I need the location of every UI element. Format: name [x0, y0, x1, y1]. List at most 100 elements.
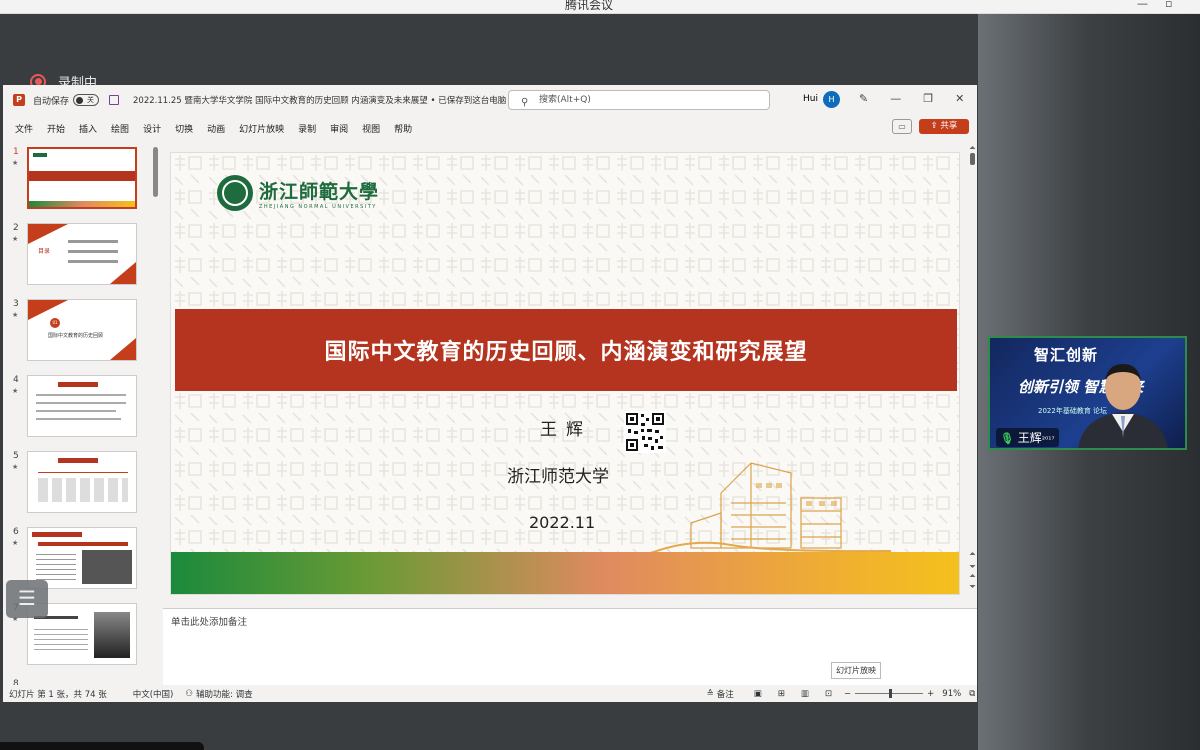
share-button[interactable]: ⇪ 共享	[919, 119, 969, 134]
close-icon[interactable]: ✕	[955, 92, 964, 105]
autosave-label: 自动保存	[33, 96, 70, 107]
zoom-in-icon[interactable]: +	[927, 689, 934, 699]
title-banner: 国际中文教育的历史回顾、内涵演变和研究展望	[175, 309, 957, 391]
qr-code-icon	[624, 411, 666, 453]
search-placeholder: 搜索(Alt+Q)	[539, 95, 591, 105]
thumbnail-image: 01 国际中文教育的历史回顾	[27, 299, 137, 361]
taskbar-edge	[0, 742, 204, 750]
slide-date: 2022.11	[529, 513, 596, 532]
tab-help[interactable]: 帮助	[394, 122, 412, 135]
search-box[interactable]: ⚲ 搜索(Alt+Q)	[508, 90, 770, 110]
menu-list-icon[interactable]: ☰	[6, 580, 48, 618]
star-icon: ★	[12, 463, 19, 471]
logo-english: ZHEJIANG NORMAL UNIVERSITY	[259, 203, 377, 210]
status-bar: 幻灯片 第 1 张，共 74 张 中文(中国) ⚇ 辅助功能: 调查 ≙ 备注 …	[3, 685, 977, 702]
tab-draw[interactable]: 绘图	[111, 122, 129, 135]
tab-record[interactable]: 录制	[298, 122, 316, 135]
user-name[interactable]: Hui	[803, 94, 818, 104]
reading-view-icon[interactable]: ▥	[801, 689, 809, 699]
speaker-name: 王辉	[1017, 431, 1042, 445]
campus-building-illustration	[651, 462, 891, 554]
star-icon: ★	[12, 159, 19, 167]
star-icon: ★	[12, 311, 19, 319]
thumbnail-5[interactable]: 5 ★	[3, 451, 153, 517]
save-icon[interactable]	[109, 95, 120, 105]
speaker-tag: ²⁰¹⁷	[1041, 435, 1055, 444]
avatar[interactable]: H	[823, 91, 840, 108]
restore-icon[interactable]: ❐	[923, 92, 933, 105]
thumbnail-number: 5	[13, 451, 19, 461]
speaker-avatar	[1078, 364, 1168, 448]
notes-button[interactable]: 备注	[717, 688, 734, 700]
accessibility-icon: ⚇	[185, 688, 193, 699]
thumbnail-scrollbar[interactable]	[153, 147, 158, 685]
minimize-icon[interactable]: —	[1137, 0, 1148, 10]
thumbnail-text: 国际中文教育的历史回顾	[48, 333, 104, 339]
star-icon: ★	[12, 387, 19, 395]
document-title[interactable]: 2022.11.25 暨南大学华文学院 国际中文教育的历史回顾 内涵演变及未来展…	[133, 94, 515, 106]
author-name: 王辉	[540, 420, 592, 440]
ribbon-tabs: 文件 开始 插入 绘图 设计 切换 动画 幻灯片放映 录制 审阅 视图 帮助	[3, 115, 977, 141]
zoom-slider[interactable]	[855, 689, 924, 698]
pen-icon[interactable]: ✎	[859, 92, 868, 105]
autosave-state: 关	[87, 96, 95, 104]
thumbnail-2[interactable]: 2 ★ 目录	[3, 223, 153, 289]
tab-review[interactable]: 审阅	[330, 122, 348, 135]
university-name: 浙江师范大学	[507, 467, 609, 487]
tab-insert[interactable]: 插入	[79, 122, 97, 135]
window-controls: ✎ — ❐ ✕	[859, 92, 964, 105]
tab-view[interactable]: 视图	[362, 122, 380, 135]
tab-animations[interactable]: 动画	[207, 122, 225, 135]
notes-placeholder: 单击此处添加备注	[171, 617, 248, 628]
normal-view-icon[interactable]: ▣	[754, 689, 762, 699]
thumbnail-number: 6	[13, 527, 19, 537]
autosave-toggle[interactable]: 关	[73, 94, 100, 106]
comment-icon[interactable]: ▭	[892, 119, 912, 134]
slide-scrollbar[interactable]	[968, 145, 977, 592]
thumbnail-image: 目录	[27, 223, 137, 285]
slide-footer-gradient	[171, 552, 959, 594]
tab-slideshow[interactable]: 幻灯片放映	[239, 122, 284, 135]
tab-design[interactable]: 设计	[143, 122, 161, 135]
slide-title: 国际中文教育的历史回顾、内涵演变和研究展望	[324, 340, 808, 365]
minimize-icon[interactable]: —	[890, 92, 901, 105]
thumbnail-number: 3	[13, 299, 19, 309]
zoom-level[interactable]: 91%	[942, 689, 961, 699]
notes-icon: ≙	[706, 688, 714, 699]
accessibility-status[interactable]: 辅助功能: 调查	[196, 688, 253, 700]
thumbnail-1[interactable]: 1 ★	[3, 147, 153, 213]
share-label: 共享	[940, 121, 958, 131]
slide-sorter-icon[interactable]: ⊞	[778, 689, 785, 699]
star-icon: ★	[12, 539, 19, 547]
thumbnail-4[interactable]: 4 ★	[3, 375, 153, 441]
meeting-window-title: 腾讯会议	[565, 0, 614, 12]
search-icon: ⚲	[521, 97, 529, 108]
fit-slide-icon[interactable]: ⧉	[969, 689, 975, 699]
thumbnail-image	[27, 147, 137, 209]
logo-chinese: 浙江師範大學	[259, 180, 380, 203]
university-logo: 浙江師範大學 ZHEJIANG NORMAL UNIVERSITY	[217, 175, 379, 211]
powerpoint-icon: P	[13, 94, 25, 106]
slideshow-tooltip: 幻灯片放映	[831, 662, 881, 679]
thumbnail-number-badge: 01	[50, 318, 60, 328]
meeting-window-titlebar: 腾讯会议 — ▫	[0, 0, 1200, 14]
slideshow-icon[interactable]: ⊡	[825, 689, 832, 699]
thumbnail-3[interactable]: 3 ★ 01 国际中文教育的历史回顾	[3, 299, 153, 365]
thumbnail-heading: 目录	[38, 248, 51, 255]
thumbnail-number: 1	[13, 147, 19, 157]
maximize-icon[interactable]: ▫	[1165, 0, 1172, 10]
thumbnail-image	[27, 451, 137, 513]
slide-counter: 幻灯片 第 1 张，共 74 张	[9, 689, 107, 700]
seal-icon	[217, 175, 253, 211]
speaker-video-tile[interactable]: 智汇创新 创新引领 智慧未来 2022年基础教育 论坛 🎙 王辉²⁰¹⁷	[988, 336, 1187, 450]
tab-transitions[interactable]: 切换	[175, 122, 193, 135]
current-slide[interactable]: 浙江師範大學 ZHEJIANG NORMAL UNIVERSITY 国际中文教育…	[170, 152, 960, 595]
tab-home[interactable]: 开始	[47, 122, 65, 135]
star-icon: ★	[12, 235, 19, 243]
thumbnail-number: 4	[13, 375, 19, 385]
zoom-out-icon[interactable]: −	[844, 689, 851, 699]
tab-file[interactable]: 文件	[15, 122, 33, 135]
language-indicator[interactable]: 中文(中国)	[133, 688, 174, 700]
powerpoint-window: P 自动保存 关 2022.11.25 暨南大学华文学院 国际中文教育的历史回顾…	[3, 85, 977, 702]
thumbnail-number: 2	[13, 223, 19, 233]
